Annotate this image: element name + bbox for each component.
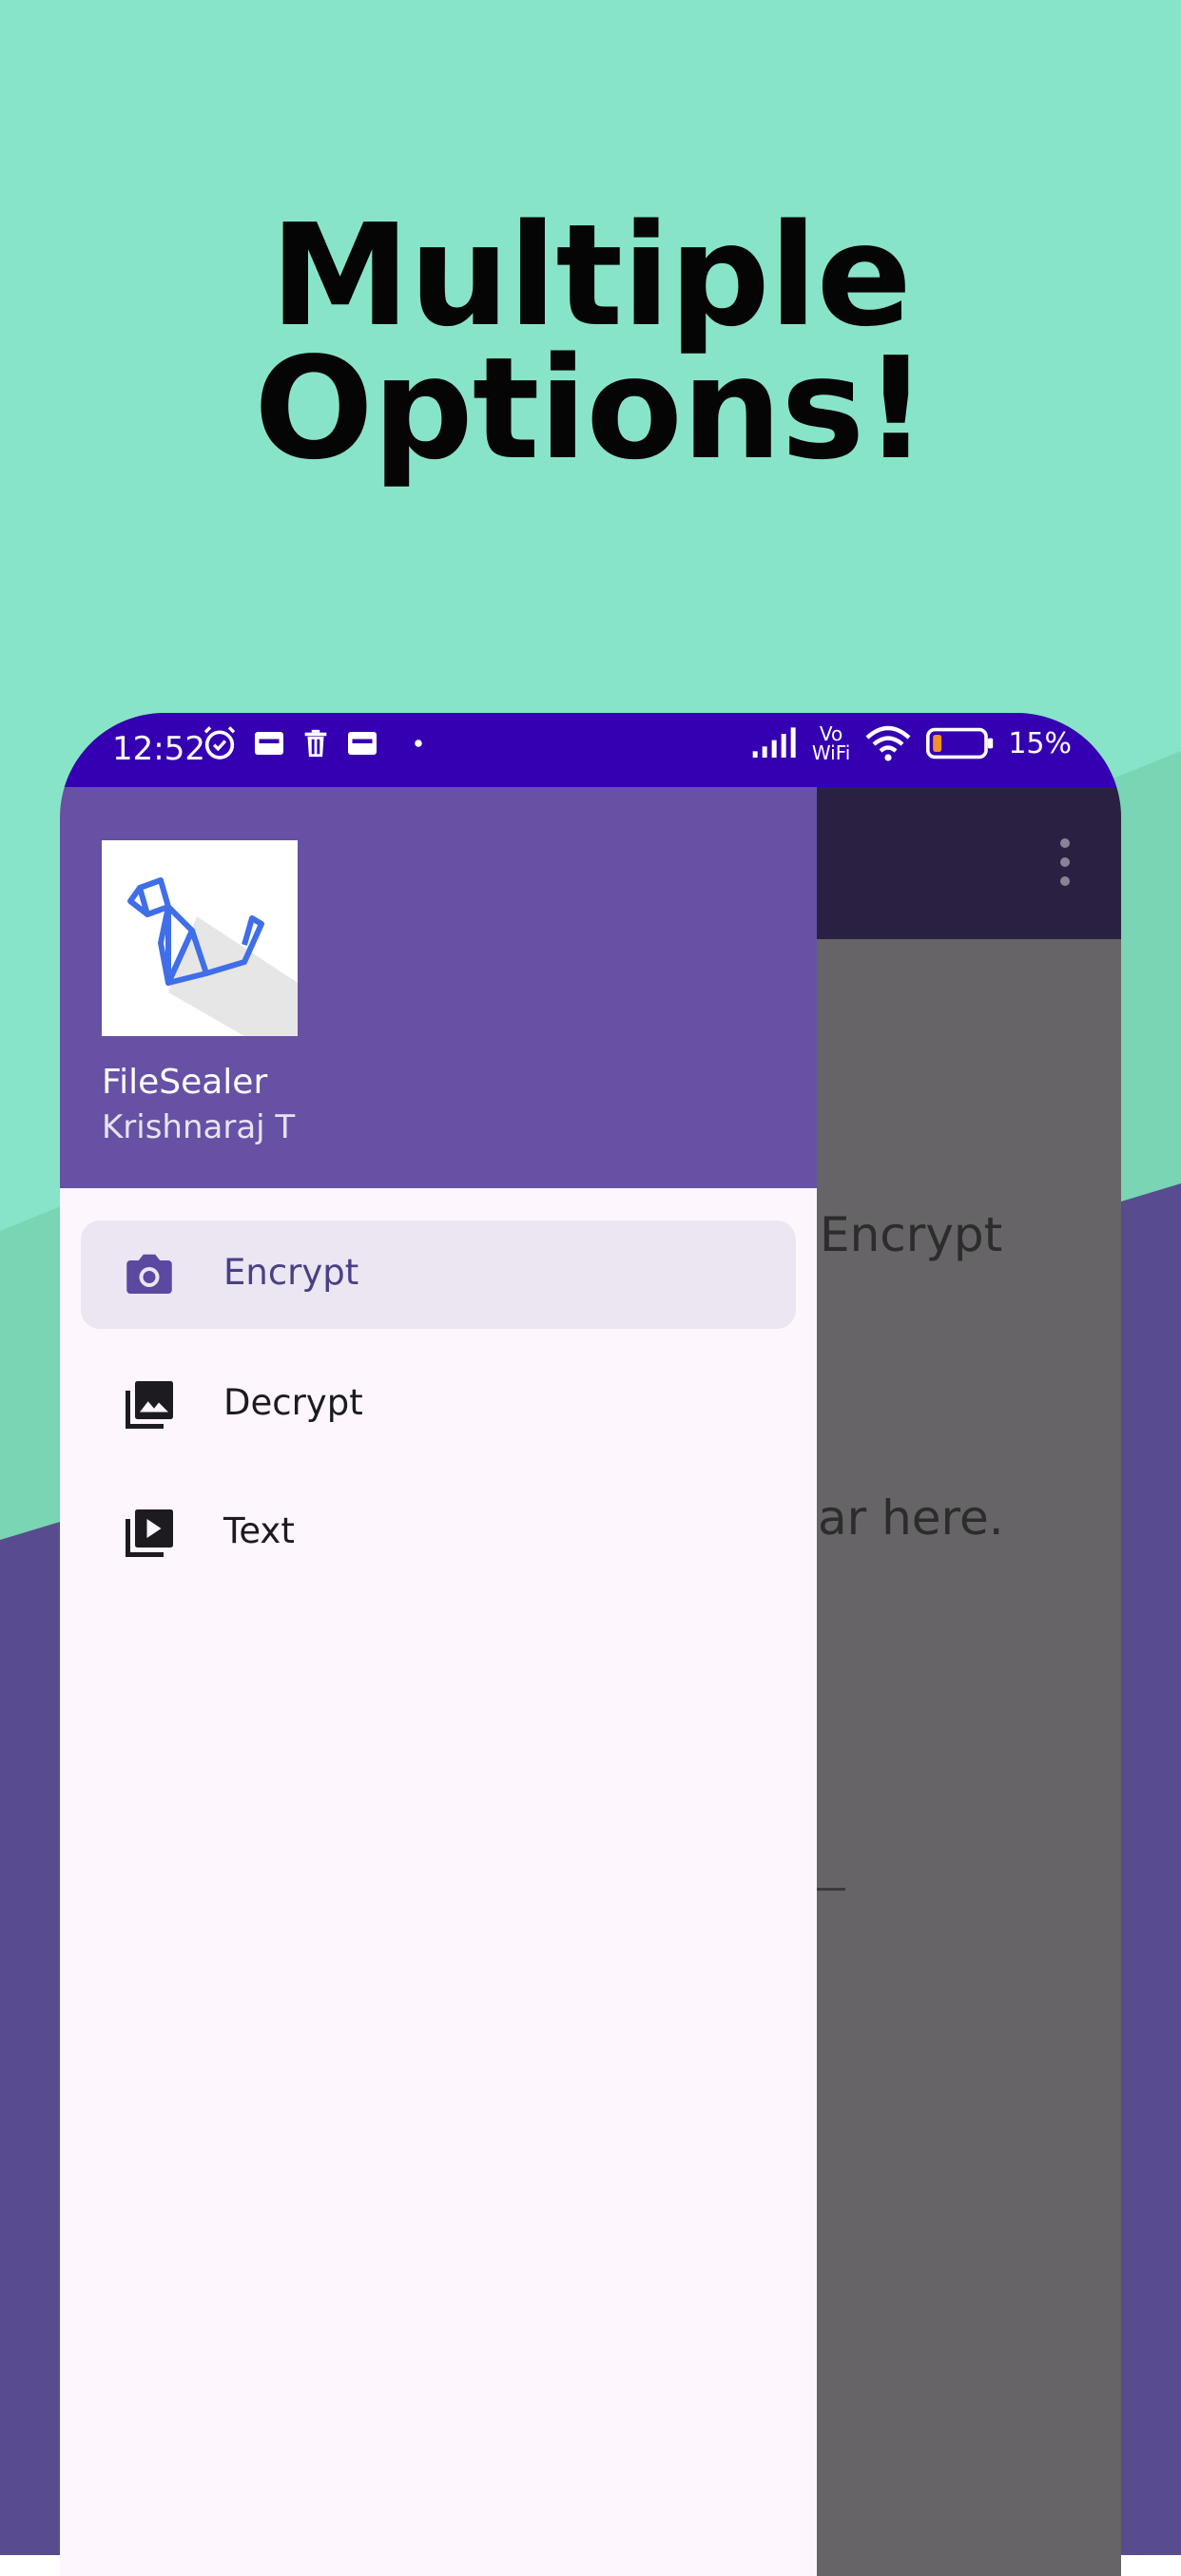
background-encrypt-text: Encrypt xyxy=(820,1207,1003,1262)
notification-icon xyxy=(255,732,283,755)
navigation-drawer: FileSealer Krishnaraj T Encrypt Decrypt xyxy=(60,787,817,2576)
headline-line-1: Multiple xyxy=(270,194,912,357)
camera-icon xyxy=(126,1254,172,1294)
alarm-icon xyxy=(203,726,236,759)
app-bar xyxy=(817,787,1121,939)
headline-line-2: Options! xyxy=(254,327,928,490)
vowifi-icon: Vo WiFi xyxy=(811,722,851,764)
app-logo xyxy=(102,840,298,1036)
drawer-item-text[interactable]: Text xyxy=(81,1479,796,1587)
background-hint-text: ar here. xyxy=(818,1490,1004,1546)
battery-icon xyxy=(926,727,994,759)
origami-dog-icon xyxy=(127,877,298,1036)
photo-library-icon xyxy=(126,1381,173,1429)
drawer-item-decrypt[interactable]: Decrypt xyxy=(81,1351,796,1459)
wifi-icon xyxy=(865,725,911,761)
drawer-item-label: Encrypt xyxy=(223,1252,359,1293)
background-input-line xyxy=(817,1888,845,1891)
video-library-icon xyxy=(126,1509,173,1557)
notification-icon xyxy=(348,732,377,755)
more-options-icon[interactable] xyxy=(1060,838,1072,895)
phone-screen: 12:52 Vo WiFi 15% Encrypt ar here. FileS… xyxy=(60,713,1121,2576)
app-name: FileSealer xyxy=(102,1063,268,1102)
user-name: Krishnaraj T xyxy=(102,1108,296,1146)
drawer-item-encrypt[interactable]: Encrypt xyxy=(81,1221,796,1329)
drawer-item-label: Text xyxy=(223,1510,295,1551)
status-time: 12:52 xyxy=(112,730,205,768)
dot-icon xyxy=(415,740,422,747)
battery-percent: 15% xyxy=(1008,726,1072,760)
signal-icon xyxy=(752,727,796,758)
trash-icon xyxy=(304,729,327,758)
drawer-item-label: Decrypt xyxy=(223,1382,363,1423)
drawer-header: FileSealer Krishnaraj T xyxy=(60,787,817,1188)
status-bar: 12:52 Vo WiFi 15% xyxy=(60,713,1121,787)
headline: Multiple Options! xyxy=(0,194,1181,490)
